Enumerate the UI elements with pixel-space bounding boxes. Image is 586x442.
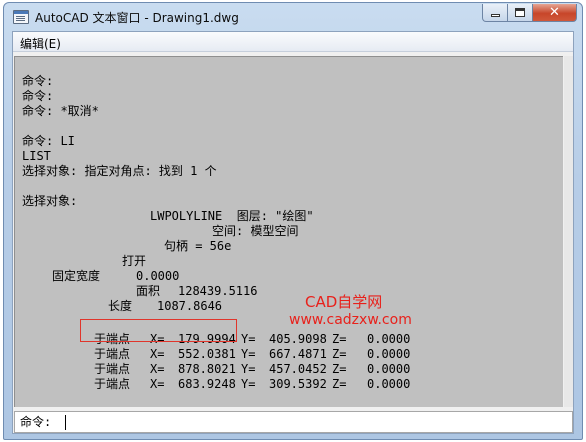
maximize-button[interactable]	[508, 4, 533, 22]
vertex-z-label: Z=	[332, 347, 347, 361]
autocad-text-window: AutoCAD 文本窗口 - Drawing1.dwg ✕ 编辑(E) 命令: …	[3, 2, 583, 440]
vertex-x-value: 878.8021	[178, 362, 236, 376]
close-icon: ✕	[549, 5, 560, 20]
vertex-z-label: Z=	[332, 362, 347, 376]
minimize-button[interactable]	[482, 4, 508, 22]
vertex-y-value: 405.9098	[269, 332, 327, 346]
history-line: 命令:	[22, 74, 54, 88]
text-cursor	[65, 415, 66, 430]
history-line: 命令:	[22, 89, 54, 103]
window-title: AutoCAD 文本窗口 - Drawing1.dwg	[35, 11, 239, 25]
vertex-z-label: Z=	[332, 377, 347, 391]
vertical-scrollbar[interactable]	[564, 56, 573, 407]
vertex-label: 于端点	[94, 362, 131, 376]
area-value: 128439.5116	[178, 284, 258, 298]
vertex-label: 于端点	[94, 377, 131, 391]
vertex-x-value: 683.9248	[178, 377, 236, 391]
minimize-icon	[490, 14, 500, 17]
app-icon[interactable]	[13, 10, 29, 24]
vertex-y-value: 667.4871	[269, 347, 327, 361]
vertex-z-value: 0.0000	[367, 377, 411, 391]
history-line: 选择对象:	[22, 194, 78, 208]
vertex-y-label: Y=	[241, 332, 256, 346]
close-button[interactable]: ✕	[533, 4, 577, 22]
title-bar[interactable]: AutoCAD 文本窗口 - Drawing1.dwg ✕	[4, 3, 582, 31]
vertex-z-value: 0.0000	[367, 362, 411, 376]
vertex-y-label: Y=	[241, 347, 256, 361]
width-value: 0.0000	[136, 269, 180, 283]
vertex-label: 于端点	[94, 347, 131, 361]
vertex-x-value: 552.0381	[178, 347, 236, 361]
maximize-icon	[515, 8, 525, 17]
watermark-url: www.cadzxw.com	[289, 312, 412, 328]
length-value: 1087.8646	[157, 299, 223, 313]
command-history[interactable]: 命令: 命令: 命令: *取消* 命令: LI LIST 选择对象: 指定对角点…	[14, 56, 563, 407]
object-type-layer: LWPOLYLINE 图层: "绘图"	[150, 209, 314, 223]
command-prompt: 命令:	[20, 415, 52, 429]
length-label: 长度	[108, 299, 133, 313]
vertex-z-value: 0.0000	[367, 347, 411, 361]
vertex-x-label: X=	[150, 377, 165, 391]
vertex-y-value: 457.0452	[269, 362, 327, 376]
object-space: 空间: 模型空间	[212, 224, 299, 238]
vertex-z-label: Z=	[332, 332, 347, 346]
width-label: 固定宽度	[52, 269, 101, 283]
history-line: 选择对象: 指定对角点: 找到 1 个	[22, 164, 217, 178]
vertex-x-label: X=	[150, 347, 165, 361]
history-line: 命令: LI	[22, 134, 75, 148]
length-highlight-box	[80, 319, 237, 342]
object-handle: 句柄 = 56e	[164, 239, 232, 253]
history-line: 命令: *取消*	[22, 104, 99, 118]
vertex-y-label: Y=	[241, 362, 256, 376]
vertex-y-value: 309.5392	[269, 377, 327, 391]
history-line: LIST	[22, 149, 51, 163]
vertex-z-value: 0.0000	[367, 332, 411, 346]
command-line[interactable]: 命令:	[14, 411, 573, 433]
area-label: 面积	[136, 284, 161, 298]
window-controls: ✕	[482, 4, 577, 22]
menu-edit[interactable]: 编辑(E)	[20, 35, 61, 52]
polyline-open-status: 打开	[122, 254, 147, 268]
window-client: 编辑(E) 命令: 命令: 命令: *取消* 命令: LI LIST 选择对象:…	[12, 31, 574, 434]
menu-bar: 编辑(E)	[13, 32, 573, 52]
vertex-y-label: Y=	[241, 377, 256, 391]
vertex-x-label: X=	[150, 362, 165, 376]
watermark-site-name: CAD自学网	[305, 293, 383, 311]
